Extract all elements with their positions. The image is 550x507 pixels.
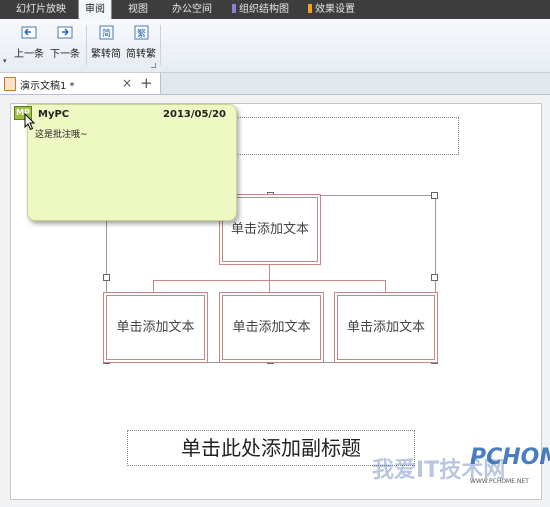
close-tab-icon[interactable]: × — [122, 76, 132, 90]
new-tab-button[interactable]: + — [140, 74, 153, 92]
org-chart-flag-icon — [232, 4, 236, 13]
simp-to-trad-button[interactable]: 繁 简转繁 — [126, 24, 156, 60]
title-placeholder[interactable] — [233, 117, 459, 155]
ribbon-divider — [160, 25, 161, 65]
trad-to-simp-icon: 简 — [99, 25, 114, 40]
prev-comment-label: 上一条 — [14, 49, 44, 60]
org-connector — [269, 280, 270, 294]
resize-handle[interactable] — [103, 274, 110, 281]
trad-to-simp-button[interactable]: 简 繁转简 — [91, 24, 121, 60]
simp-to-trad-icon: 繁 — [134, 25, 149, 40]
menu-bar: 幻灯片放映 审阅 视图 办公空间 组织结构图 效果设置 — [0, 0, 550, 19]
next-comment-label: 下一条 — [50, 49, 80, 60]
trad-to-simp-label: 繁转简 — [91, 49, 121, 60]
watermark-url: WWW.PCHOME.NET — [470, 478, 529, 485]
resize-handle[interactable] — [431, 274, 438, 281]
simp-to-trad-label: 简转繁 — [126, 49, 156, 60]
comment-date: 2013/05/20 — [163, 109, 226, 120]
group-launcher-icon[interactable] — [151, 63, 156, 68]
prev-comment-button[interactable]: 上一条 — [14, 24, 44, 60]
comment-author: MyPC — [38, 109, 70, 120]
svg-text:简: 简 — [102, 28, 111, 40]
tab-office-space[interactable]: 办公空间 — [166, 0, 218, 19]
tab-effect-settings[interactable]: 效果设置 — [302, 0, 361, 19]
org-connector — [385, 280, 386, 294]
dropdown-arrow-icon[interactable]: ▾ — [3, 57, 7, 65]
org-connector — [269, 262, 270, 280]
watermark-logo: PCHOME — [470, 445, 550, 470]
document-tab[interactable]: 演示文稿1 * × — [0, 73, 161, 94]
ribbon-divider — [86, 25, 87, 65]
resize-handle[interactable] — [431, 192, 438, 199]
org-node-child[interactable]: 单击添加文本 — [337, 295, 435, 360]
tab-view[interactable]: 视图 — [122, 0, 154, 19]
effect-flag-icon — [308, 4, 312, 13]
tab-org-chart[interactable]: 组织结构图 — [226, 0, 295, 19]
ribbon: 上一条 ▾ 下一条 简 繁转简 繁 简转繁 — [0, 19, 550, 73]
org-connector — [153, 280, 154, 294]
prev-comment-icon — [21, 26, 37, 39]
comment-text[interactable]: 这是批注哦~ — [35, 127, 88, 140]
next-comment-icon — [57, 26, 73, 39]
org-node-child[interactable]: 单击添加文本 — [222, 295, 321, 360]
mouse-cursor-icon — [24, 113, 36, 131]
tab-slideshow[interactable]: 幻灯片放映 — [10, 0, 72, 19]
document-tab-label: 演示文稿1 * — [20, 81, 75, 92]
presentation-file-icon — [4, 77, 16, 91]
comment-popup[interactable]: MyPC 2013/05/20 这是批注哦~ — [27, 104, 237, 221]
svg-text:繁: 繁 — [137, 28, 146, 40]
next-comment-button[interactable]: 下一条 — [50, 24, 80, 60]
org-node-child[interactable]: 单击添加文本 — [106, 295, 205, 360]
document-tab-bar: 演示文稿1 * × + — [0, 73, 550, 95]
tab-review[interactable]: 审阅 — [78, 0, 112, 19]
